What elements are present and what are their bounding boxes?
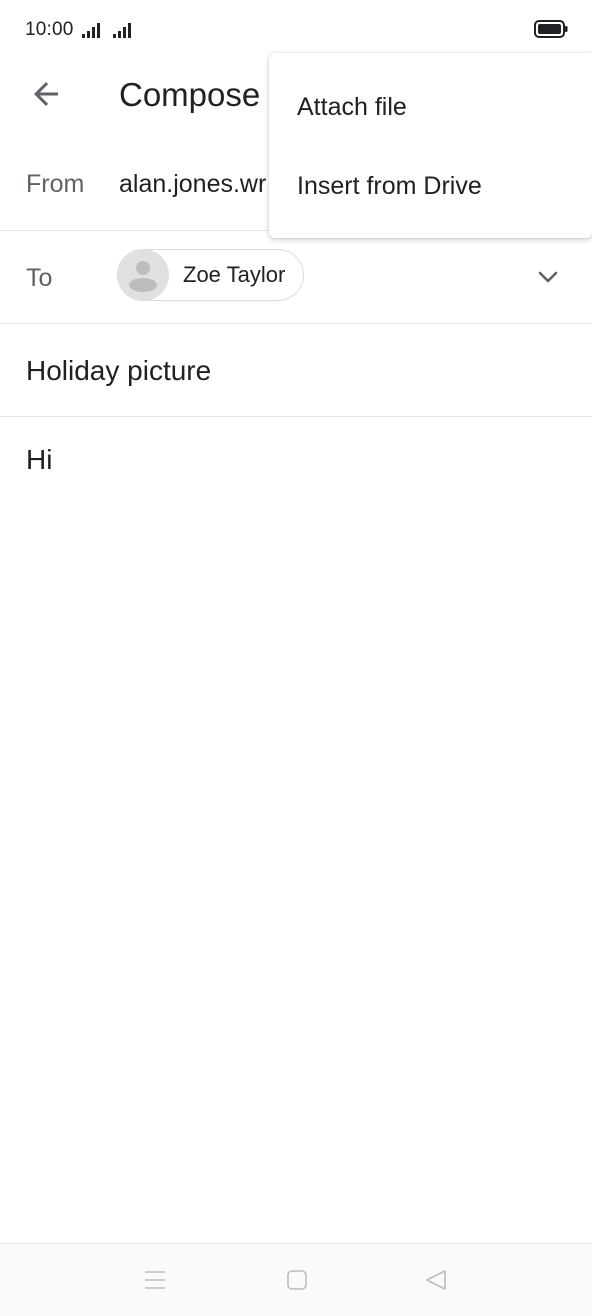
page-title: Compose — [119, 76, 261, 113]
avatar — [117, 249, 169, 301]
to-row[interactable]: To Zoe Taylor — [0, 231, 592, 324]
menu-lines-icon[interactable] — [143, 1268, 167, 1292]
recipient-chip[interactable]: Zoe Taylor — [117, 249, 305, 301]
body-field[interactable]: Hi — [26, 444, 52, 476]
signal-icon — [82, 23, 100, 38]
square-home-icon[interactable] — [285, 1268, 309, 1292]
chevron-down-icon[interactable] — [536, 265, 560, 289]
status-time: 10:00 — [25, 19, 74, 40]
to-label: To — [26, 264, 53, 292]
system-nav-bar — [0, 1243, 592, 1316]
from-label: From — [26, 170, 85, 198]
signal-icon-2 — [113, 23, 131, 38]
triangle-back-icon[interactable] — [424, 1268, 448, 1292]
battery-icon — [534, 20, 568, 38]
menu-item-insert-from-drive[interactable]: Insert from Drive — [269, 150, 592, 222]
subject-field[interactable]: Holiday picture — [26, 355, 211, 387]
person-icon — [129, 261, 157, 292]
arrow-back-icon[interactable] — [28, 76, 64, 112]
overflow-menu: Attach file Insert from Drive — [269, 53, 592, 238]
menu-item-attach-file[interactable]: Attach file — [269, 71, 592, 143]
recipient-name: Zoe Taylor — [183, 262, 286, 287]
subject-row[interactable]: Holiday picture — [0, 324, 592, 417]
status-bar: 10:00 — [0, 0, 592, 60]
from-value[interactable]: alan.jones.wr — [119, 170, 269, 199]
